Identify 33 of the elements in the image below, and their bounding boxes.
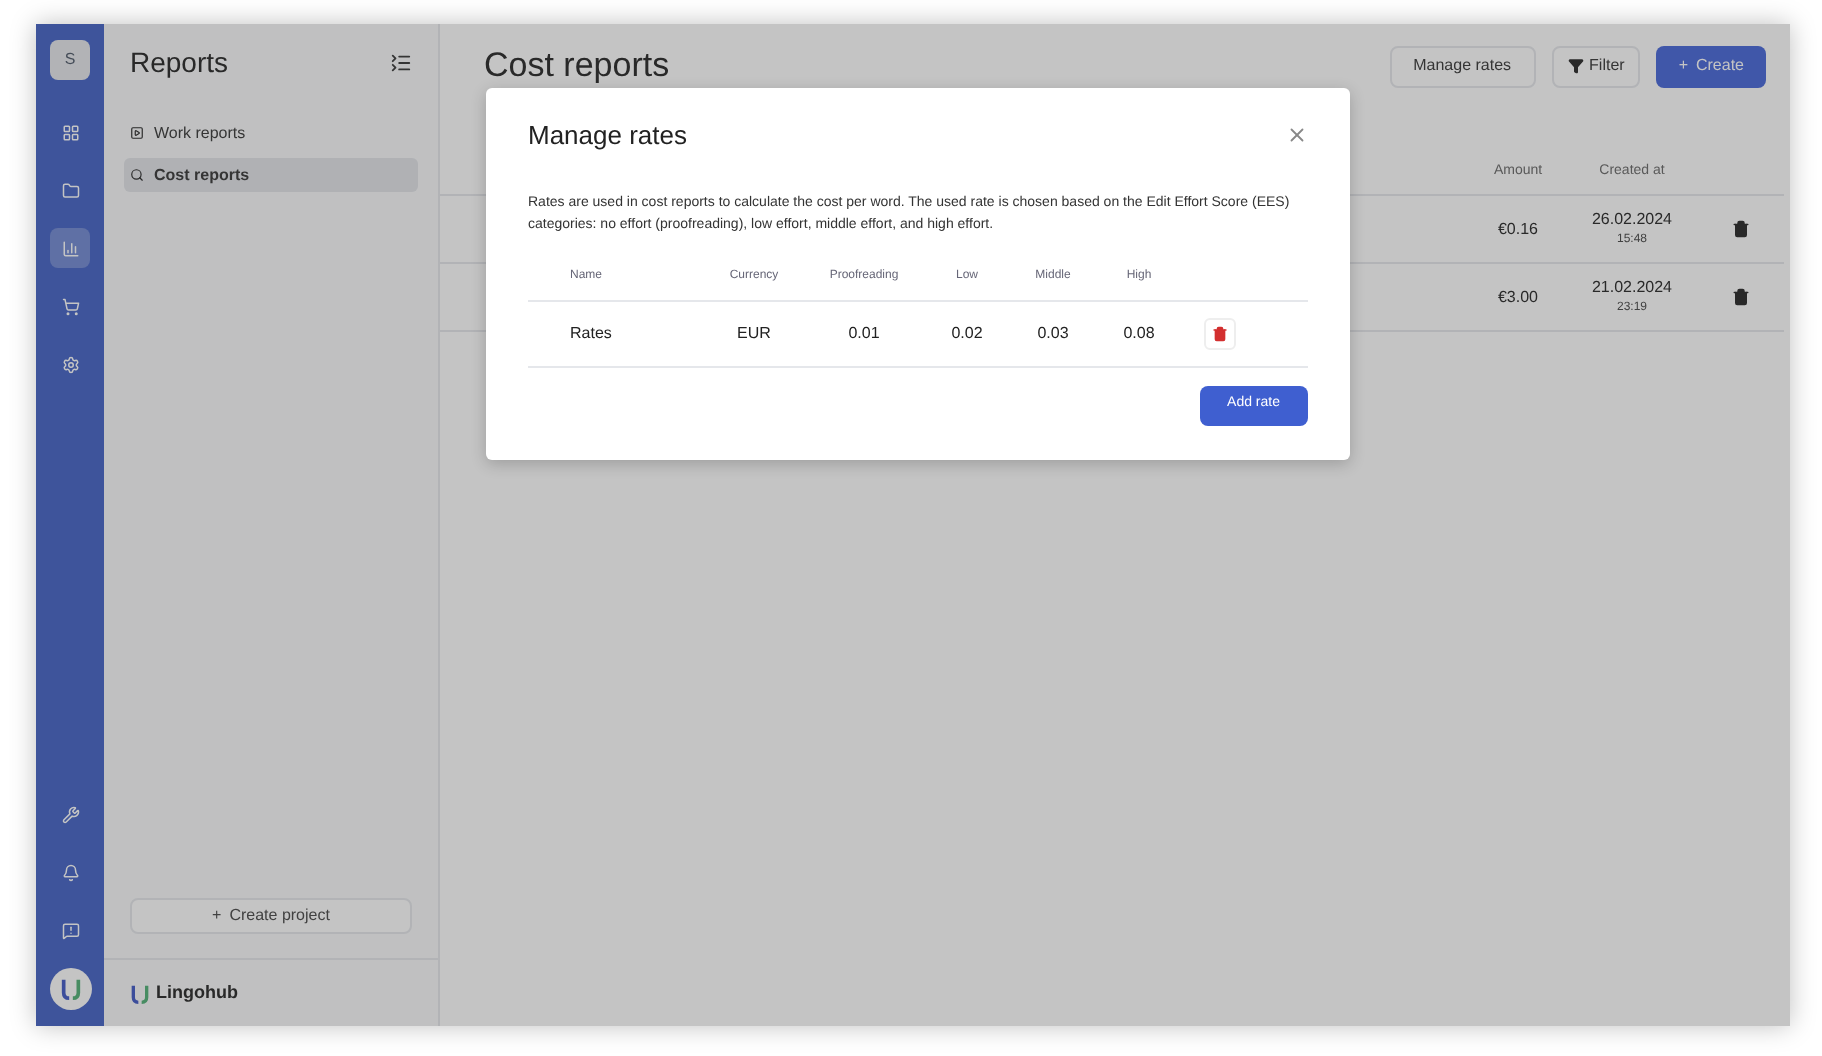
delete-icon <box>1212 325 1228 341</box>
logo-icon <box>130 983 150 1003</box>
filter-button[interactable]: Filter <box>1551 45 1641 87</box>
filter-icon <box>1567 58 1584 74</box>
table-cell-text: 0.01 <box>846 321 882 345</box>
amount-cell-text: €3.00 <box>1495 285 1541 309</box>
table-cell-text: 0.03 <box>1035 321 1071 345</box>
delete-icon[interactable] <box>1731 220 1749 238</box>
date-text: 21.02.2024 <box>1591 276 1673 300</box>
sidebar-item[interactable]: Cost reports <box>124 158 418 192</box>
manage-rates-button[interactable]: Manage rates <box>1389 45 1536 87</box>
table-cell-text: 0.02 <box>949 321 985 345</box>
delete-icon[interactable] <box>1731 288 1749 306</box>
close-icon[interactable] <box>1286 124 1308 147</box>
create-button[interactable]: + Create <box>1656 45 1766 87</box>
account-avatar[interactable]: S <box>50 40 90 80</box>
create-project-button[interactable]: + Create project <box>130 898 412 934</box>
amount-cell-text: €0.16 <box>1495 217 1541 241</box>
brand-name: Lingohub <box>156 979 238 1006</box>
sidebar-item[interactable]: Work reports <box>124 116 418 150</box>
logo-icon <box>59 978 81 1000</box>
collapse-icon[interactable] <box>390 52 412 74</box>
date-text: 26.02.2024 <box>1591 208 1673 232</box>
page-title: Cost reports <box>484 44 670 89</box>
dialog-title: Manage rates <box>528 118 687 154</box>
table-cell-text: Rates <box>568 321 614 345</box>
table-cell-text: EUR <box>735 321 773 345</box>
search-icon <box>130 168 144 182</box>
brand-avatar[interactable] <box>49 968 91 1010</box>
sidebar-title: Reports <box>130 44 229 82</box>
delete-rate-button[interactable] <box>1204 317 1236 349</box>
table-cell-text: 0.08 <box>1121 321 1157 345</box>
report-icon <box>130 126 144 140</box>
